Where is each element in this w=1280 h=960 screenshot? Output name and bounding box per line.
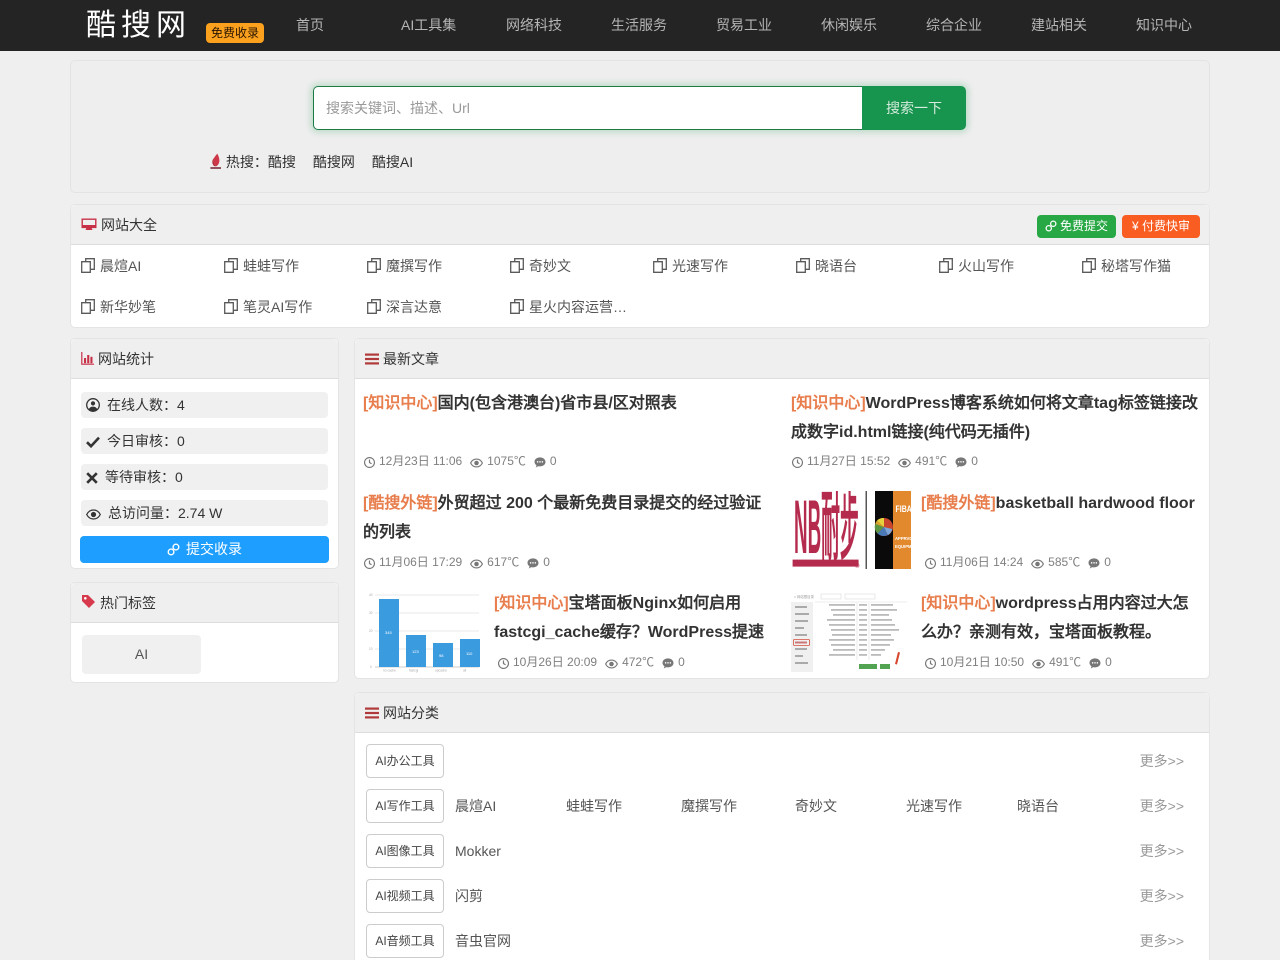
svg-text:□ 网站根目录: □ 网站根目录: [794, 594, 815, 599]
svg-text:opcache: opcache: [435, 669, 447, 673]
svg-text:fastcgi: fastcgi: [409, 669, 419, 673]
svg-text:10: 10: [369, 647, 373, 651]
svg-text:FIBA: FIBA: [896, 504, 912, 514]
svg-text:®: ®: [855, 563, 860, 569]
svg-text:110: 110: [466, 651, 473, 656]
svg-text:123: 123: [412, 649, 419, 654]
svg-text:no cache: no cache: [383, 669, 396, 673]
svg-text:40: 40: [369, 593, 373, 597]
svg-text:NB耐步: NB耐步: [794, 491, 859, 569]
svg-text:EQUIPMT: EQUIPMT: [895, 544, 911, 549]
svg-text:0: 0: [370, 665, 372, 669]
svg-text:98: 98: [439, 653, 444, 658]
svg-text:all: all: [463, 669, 466, 673]
svg-text:345: 345: [385, 630, 392, 635]
svg-text:30: 30: [369, 611, 373, 615]
svg-text:APPRVD: APPRVD: [895, 536, 911, 541]
svg-text:20: 20: [369, 629, 373, 633]
